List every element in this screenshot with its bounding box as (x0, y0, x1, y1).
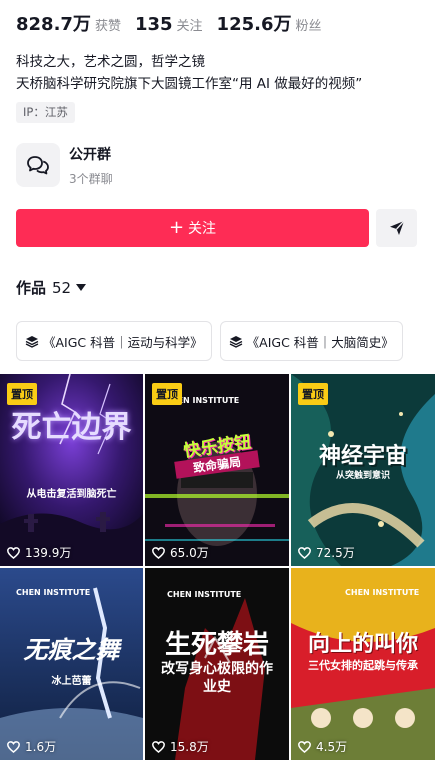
video-subtitle: 从突触到意识 (335, 471, 390, 481)
video-thumbnail[interactable]: CHEN INSTITUTE 生死攀岩 改写身心极限的作业史 15.8万 (145, 568, 289, 760)
heart-icon (7, 740, 20, 753)
video-thumbnail[interactable]: 死亡边界 从电击复活到脑死亡 置顶 139.9万 (0, 374, 143, 566)
heart-icon (298, 546, 311, 559)
likes-label: 获赞 (94, 19, 121, 34)
video-thumbnail[interactable]: CHEN INSTITUTE 快乐按钮 致命骗局 置顶 65.0万 (145, 374, 289, 566)
collection-label: 《AIGC 科普｜大脑简史》 (246, 334, 394, 350)
caret-down-icon (76, 284, 87, 291)
pinned-badge: 置顶 (298, 383, 328, 405)
like-count-value: 1.6万 (25, 740, 57, 754)
video-subtitle: 三代女排的起跳与传承 (308, 659, 418, 672)
video-title: 生死攀岩 (164, 630, 269, 660)
video-thumbnail[interactable]: 神经宇宙 从突触到意识 置顶 72.5万 (291, 374, 435, 566)
layers-icon (25, 335, 39, 348)
follow-button[interactable]: + 关注 (16, 209, 369, 247)
heart-icon (298, 740, 311, 753)
followers-label: 粉丝 (295, 19, 322, 34)
following-stat[interactable]: 135 关注 (135, 14, 203, 35)
collection-chips: 《AIGC 科普｜运动与科学》 《AIGC 科普｜大脑简史》 (16, 321, 411, 361)
heart-icon (152, 740, 165, 753)
chat-bubbles-icon (16, 143, 60, 187)
group-title: 公开群 (69, 146, 111, 163)
video-title: 神经宇宙 (318, 444, 407, 469)
works-label: 作品 (16, 279, 47, 297)
bio-line-1: 科技之大，艺术之圆，哲学之镜 (16, 54, 205, 70)
pinned-badge: 置顶 (152, 383, 182, 405)
like-count: 4.5万 (298, 738, 347, 755)
heart-icon (152, 546, 165, 559)
heart-icon (7, 546, 20, 559)
followers-count: 125.6万 (216, 14, 292, 35)
send-icon (389, 220, 404, 235)
following-count: 135 (134, 14, 173, 35)
video-grid: 死亡边界 从电击复活到脑死亡 置顶 139.9万 CHEN INSTITUTE … (0, 374, 435, 760)
like-count: 72.5万 (298, 544, 355, 561)
likes-stat[interactable]: 828.7万 获赞 (16, 10, 121, 36)
video-thumbnail[interactable]: CHEN INSTITUTE 向上的叫你 三代女排的起跳与传承 4.5万 (291, 568, 435, 760)
following-label: 关注 (176, 19, 203, 34)
public-group-entry[interactable]: 公开群 3个群聊 (16, 143, 113, 187)
video-title: 无痕之舞 (23, 636, 120, 664)
video-title: 死亡边界 (11, 410, 132, 445)
institute-logo: CHEN INSTITUTE (167, 590, 242, 599)
share-button[interactable] (376, 209, 417, 247)
group-subtitle: 3个群聊 (69, 171, 113, 186)
institute-logo: CHEN INSTITUTE (345, 588, 420, 597)
video-title: 向上的叫你 (307, 632, 418, 657)
like-count: 15.8万 (152, 738, 209, 755)
plus-icon: + (168, 217, 185, 238)
followers-stat[interactable]: 125.6万 粉丝 (217, 10, 322, 36)
like-count-value: 15.8万 (170, 740, 209, 754)
works-count: 52 (52, 278, 72, 297)
like-count: 139.9万 (7, 544, 71, 561)
layers-icon (229, 335, 243, 348)
video-subtitle: 改写身心极限的作业史 (161, 661, 273, 695)
like-count: 1.6万 (7, 738, 56, 755)
pinned-badge: 置顶 (7, 383, 37, 405)
video-subtitle: 冰上芭蕾 (51, 676, 92, 687)
collection-chip-sports-science[interactable]: 《AIGC 科普｜运动与科学》 (16, 321, 212, 361)
like-count-value: 139.9万 (25, 546, 72, 560)
profile-bio: 科技之大，艺术之圆，哲学之镜 天桥脑科学研究院旗下大圆镜工作室“用 AI 做最好… (16, 51, 362, 95)
like-count-value: 65.0万 (170, 546, 209, 560)
collection-label: 《AIGC 科普｜运动与科学》 (43, 334, 203, 350)
like-count-value: 72.5万 (316, 546, 355, 560)
follow-label: 关注 (188, 221, 217, 237)
like-count: 65.0万 (152, 544, 209, 561)
video-subtitle: 从电击复活到脑死亡 (26, 489, 117, 500)
institute-logo: CHEN INSTITUTE (16, 588, 91, 597)
bio-line-2: 天桥脑科学研究院旗下大圆镜工作室“用 AI 做最好的视频” (16, 76, 363, 92)
works-tab-header[interactable]: 作品 52 (16, 277, 87, 298)
like-count-value: 4.5万 (316, 740, 348, 754)
likes-count: 828.7万 (16, 14, 91, 35)
profile-stats: 828.7万 获赞 135 关注 125.6万 粉丝 (16, 10, 336, 36)
video-thumbnail[interactable]: CHEN INSTITUTE 无痕之舞 冰上芭蕾 1.6万 (0, 568, 143, 760)
ip-location-tag: IP：江苏 (16, 102, 75, 123)
collection-chip-brain-history[interactable]: 《AIGC 科普｜大脑简史》 (219, 321, 403, 361)
